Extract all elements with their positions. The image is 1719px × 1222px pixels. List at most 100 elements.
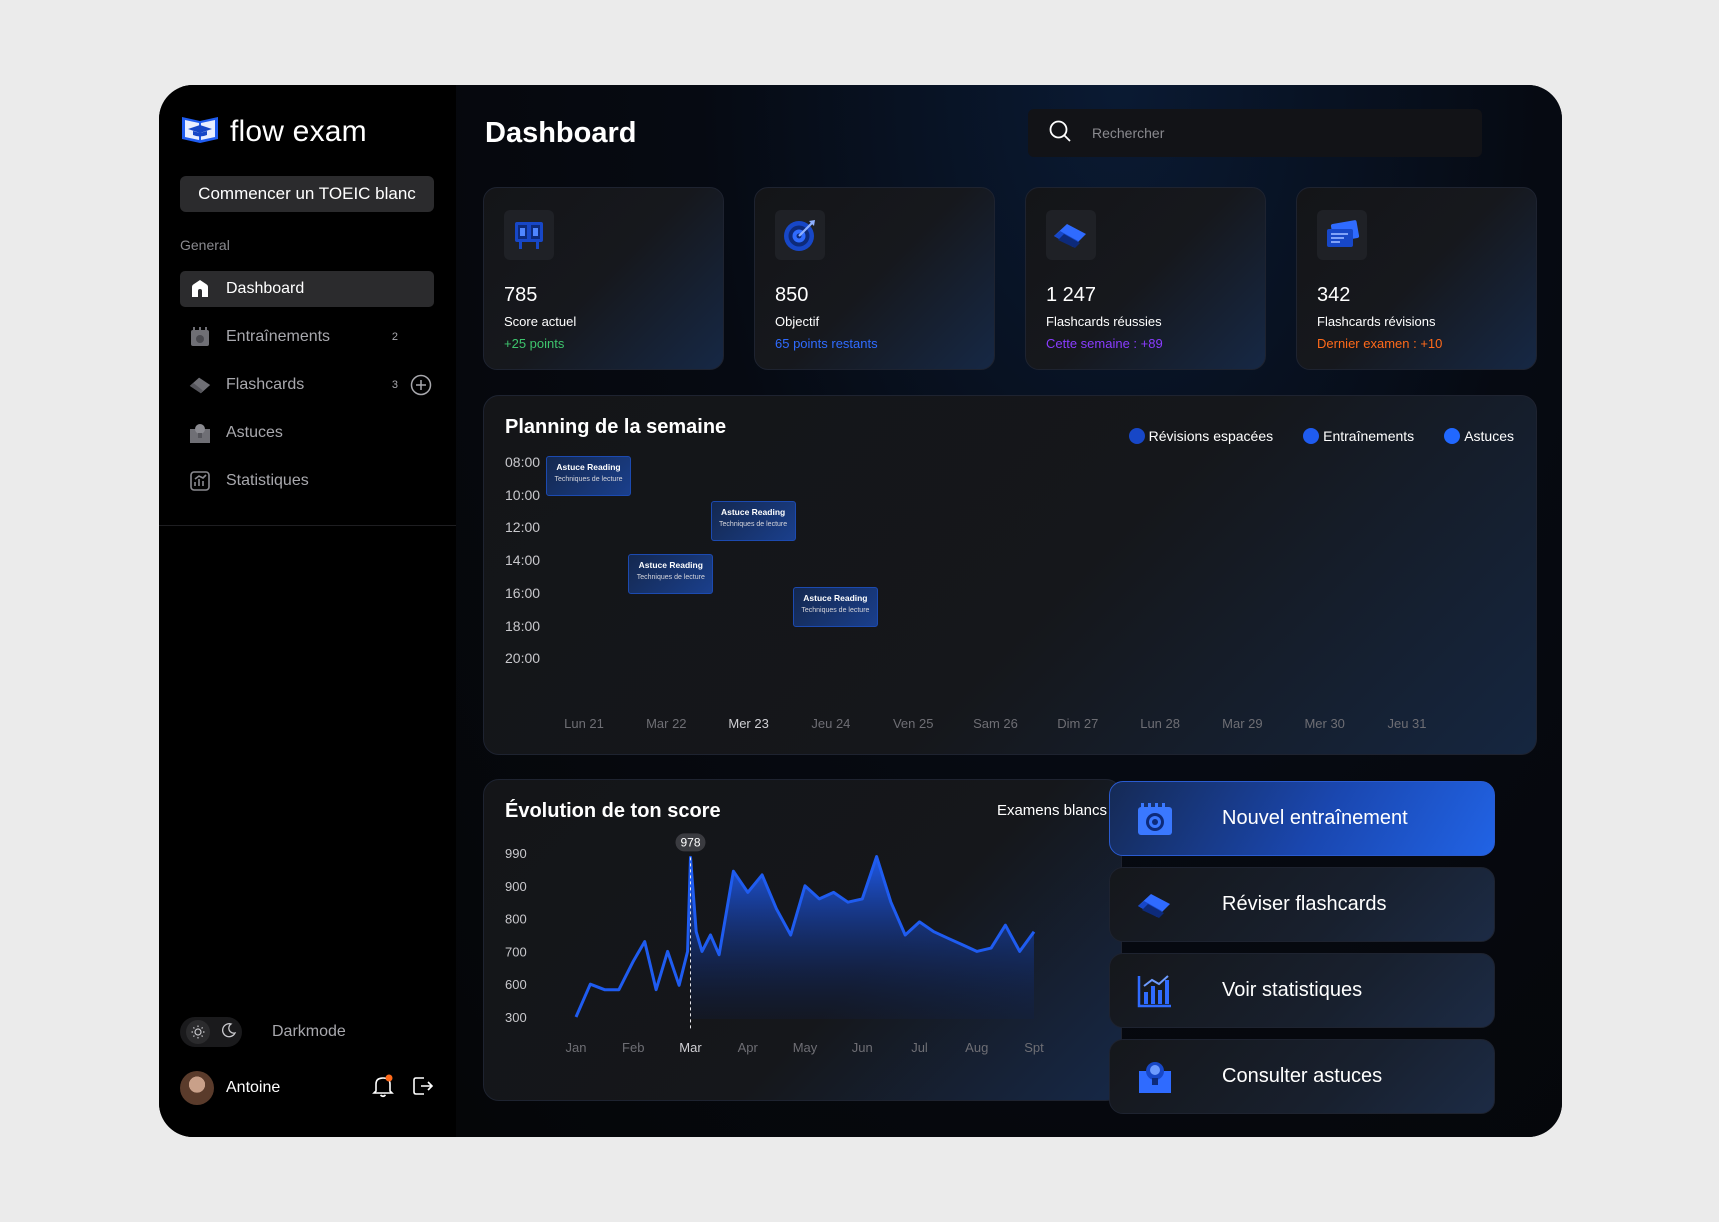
lightbulb-icon <box>188 421 212 445</box>
planning-day-label[interactable]: Dim 27 <box>1057 716 1098 731</box>
notebook-icon <box>188 325 212 349</box>
cards-icon <box>188 373 212 397</box>
sidebar-item-count: 2 <box>391 331 398 343</box>
x-tick-label: Mar <box>679 1040 702 1055</box>
user-actions <box>372 1074 434 1103</box>
y-tick-label: 700 <box>505 944 527 959</box>
planning-day-label[interactable]: Jeu 31 <box>1387 716 1426 731</box>
bar-chart-icon <box>1134 970 1176 1012</box>
planning-day-label[interactable]: Ven 25 <box>893 716 934 731</box>
stat-value: 850 <box>775 284 809 306</box>
event-title: Astuce Reading <box>803 592 868 603</box>
planning-day-label[interactable]: Mer 30 <box>1304 716 1344 731</box>
stat-label: Flashcards révisions <box>1317 314 1436 329</box>
planning-title: Planning de la semaine <box>505 416 727 438</box>
legend-item[interactable]: Astuces <box>1444 428 1514 444</box>
brand-name: flow exam <box>230 114 367 148</box>
legend-dot <box>1303 428 1320 444</box>
planning-time-label: 08:00 <box>505 454 541 470</box>
planning-day-label[interactable]: Mar 29 <box>1222 716 1262 731</box>
planning-day-label[interactable]: Jeu 24 <box>811 716 850 731</box>
stat-card-flashcards-success[interactable]: 1 247 Flashcards réussies Cette semaine … <box>1025 187 1266 370</box>
sidebar-divider <box>159 525 456 526</box>
theme-toggle[interactable] <box>180 1017 242 1047</box>
target-icon <box>775 210 825 260</box>
legend-item[interactable]: Révisions espacées <box>1128 428 1273 444</box>
theme-label: Darkmode <box>272 1023 346 1040</box>
y-tick-label: 600 <box>505 977 527 992</box>
y-tick-label: 900 <box>505 879 527 894</box>
user-name: Antoine <box>226 1079 281 1096</box>
search-icon <box>1048 119 1072 148</box>
stat-value: 785 <box>504 284 538 306</box>
event-subtitle: Techniques de lecture <box>719 520 788 528</box>
x-tick-label: Apr <box>738 1040 759 1055</box>
sidebar-item-statistiques[interactable]: Statistiques <box>180 463 434 499</box>
planning-event[interactable]: Astuce Reading Techniques de lecture <box>546 456 631 496</box>
sidebar-item-astuces[interactable]: Astuces <box>180 415 434 451</box>
new-training-button[interactable]: Nouvel entraînement <box>1109 781 1495 856</box>
sidebar-item-entrainements[interactable]: Entraînements 2 <box>180 319 434 355</box>
notebook-target-icon <box>1134 798 1176 840</box>
score-evolution-panel: Évolution de ton score Examens blancs 99… <box>483 779 1122 1101</box>
event-subtitle: Techniques de lecture <box>801 606 870 614</box>
score-board-icon <box>504 210 554 260</box>
planning-day-label[interactable]: Mar 22 <box>646 716 686 731</box>
bell-icon[interactable] <box>372 1074 394 1103</box>
add-flashcard-icon[interactable] <box>410 374 432 401</box>
lightbulb-icon <box>1134 1056 1176 1098</box>
sun-icon[interactable] <box>185 1020 210 1044</box>
sidebar-item-count: 3 <box>391 379 398 391</box>
brand[interactable]: flow exam <box>180 113 367 150</box>
search-bar[interactable] <box>1028 109 1482 157</box>
planning-event[interactable]: Astuce Reading Techniques de lecture <box>710 500 796 541</box>
legend-item[interactable]: Entraînements <box>1303 428 1414 444</box>
stat-sub: +25 points <box>504 336 565 351</box>
sidebar-item-flashcards[interactable]: Flashcards 3 <box>180 367 434 403</box>
stat-label: Flashcards réussies <box>1046 314 1162 329</box>
highlight-value: 978 <box>680 835 700 849</box>
page-title: Dashboard <box>485 117 637 149</box>
review-flashcards-button[interactable]: Réviser flashcards <box>1109 867 1495 942</box>
stat-value: 342 <box>1317 284 1351 306</box>
legend-dot <box>1444 428 1461 444</box>
action-label: Voir statistiques <box>1222 979 1363 1001</box>
stat-card-flashcards-revisions[interactable]: 342 Flashcards révisions Dernier examen … <box>1296 187 1537 370</box>
consult-tips-button[interactable]: Consulter astuces <box>1109 1039 1495 1114</box>
moon-icon[interactable] <box>221 1022 237 1043</box>
cards-icon <box>1046 210 1096 260</box>
planning-time-label: 14:00 <box>505 552 541 569</box>
planning-event[interactable]: Astuce Reading Techniques de lecture <box>628 554 714 595</box>
planning-event[interactable]: Astuce Reading Techniques de lecture <box>792 586 878 627</box>
legend-label: Astuces <box>1464 428 1514 444</box>
x-tick-label: Aug <box>965 1040 988 1055</box>
home-icon <box>188 277 212 301</box>
stat-label: Score actuel <box>504 314 577 329</box>
stat-card-objective[interactable]: 850 Objectif 65 points restants <box>754 187 995 370</box>
event-subtitle: Techniques de lecture <box>554 476 623 483</box>
start-toeic-button[interactable]: Commencer un TOEIC blanc <box>180 176 434 212</box>
planning-day-label[interactable]: Sam 26 <box>973 716 1018 731</box>
action-label: Réviser flashcards <box>1222 893 1387 915</box>
legend-label: Entraînements <box>1323 428 1415 444</box>
x-tick-label: Jul <box>911 1040 928 1055</box>
planning-day-label[interactable]: Lun 21 <box>564 716 604 731</box>
sidebar-item-dashboard[interactable]: Dashboard <box>180 271 434 307</box>
x-tick-label: May <box>793 1040 818 1055</box>
quick-actions: Nouvel entraînement Réviser flashcards V… <box>1109 781 1495 1125</box>
stat-card-score[interactable]: 785 Score actuel +25 points <box>483 187 724 370</box>
score-chart: 990 900 800 700 600 300 Jan Feb Mar Apr May Jun Jul A… <box>505 833 1044 1055</box>
x-tick-label: Spt <box>1024 1040 1044 1055</box>
planning-day-label[interactable]: Mer 23 <box>728 716 768 731</box>
logout-icon[interactable] <box>412 1075 434 1102</box>
theme-switch-row: Darkmode <box>180 1017 346 1047</box>
planning-day-label[interactable]: Lun 28 <box>1140 716 1180 731</box>
stat-value: 1 247 <box>1046 284 1097 306</box>
search-input[interactable] <box>1092 125 1452 141</box>
planning-time-label: 20:00 <box>505 650 541 667</box>
view-statistics-button[interactable]: Voir statistiques <box>1109 953 1495 1028</box>
event-title: Astuce Reading <box>720 506 786 517</box>
main-content: Dashboard 785 Score actuel +25 points <box>456 85 1562 1137</box>
avatar[interactable] <box>180 1071 214 1105</box>
stat-label: Objectif <box>775 314 820 329</box>
